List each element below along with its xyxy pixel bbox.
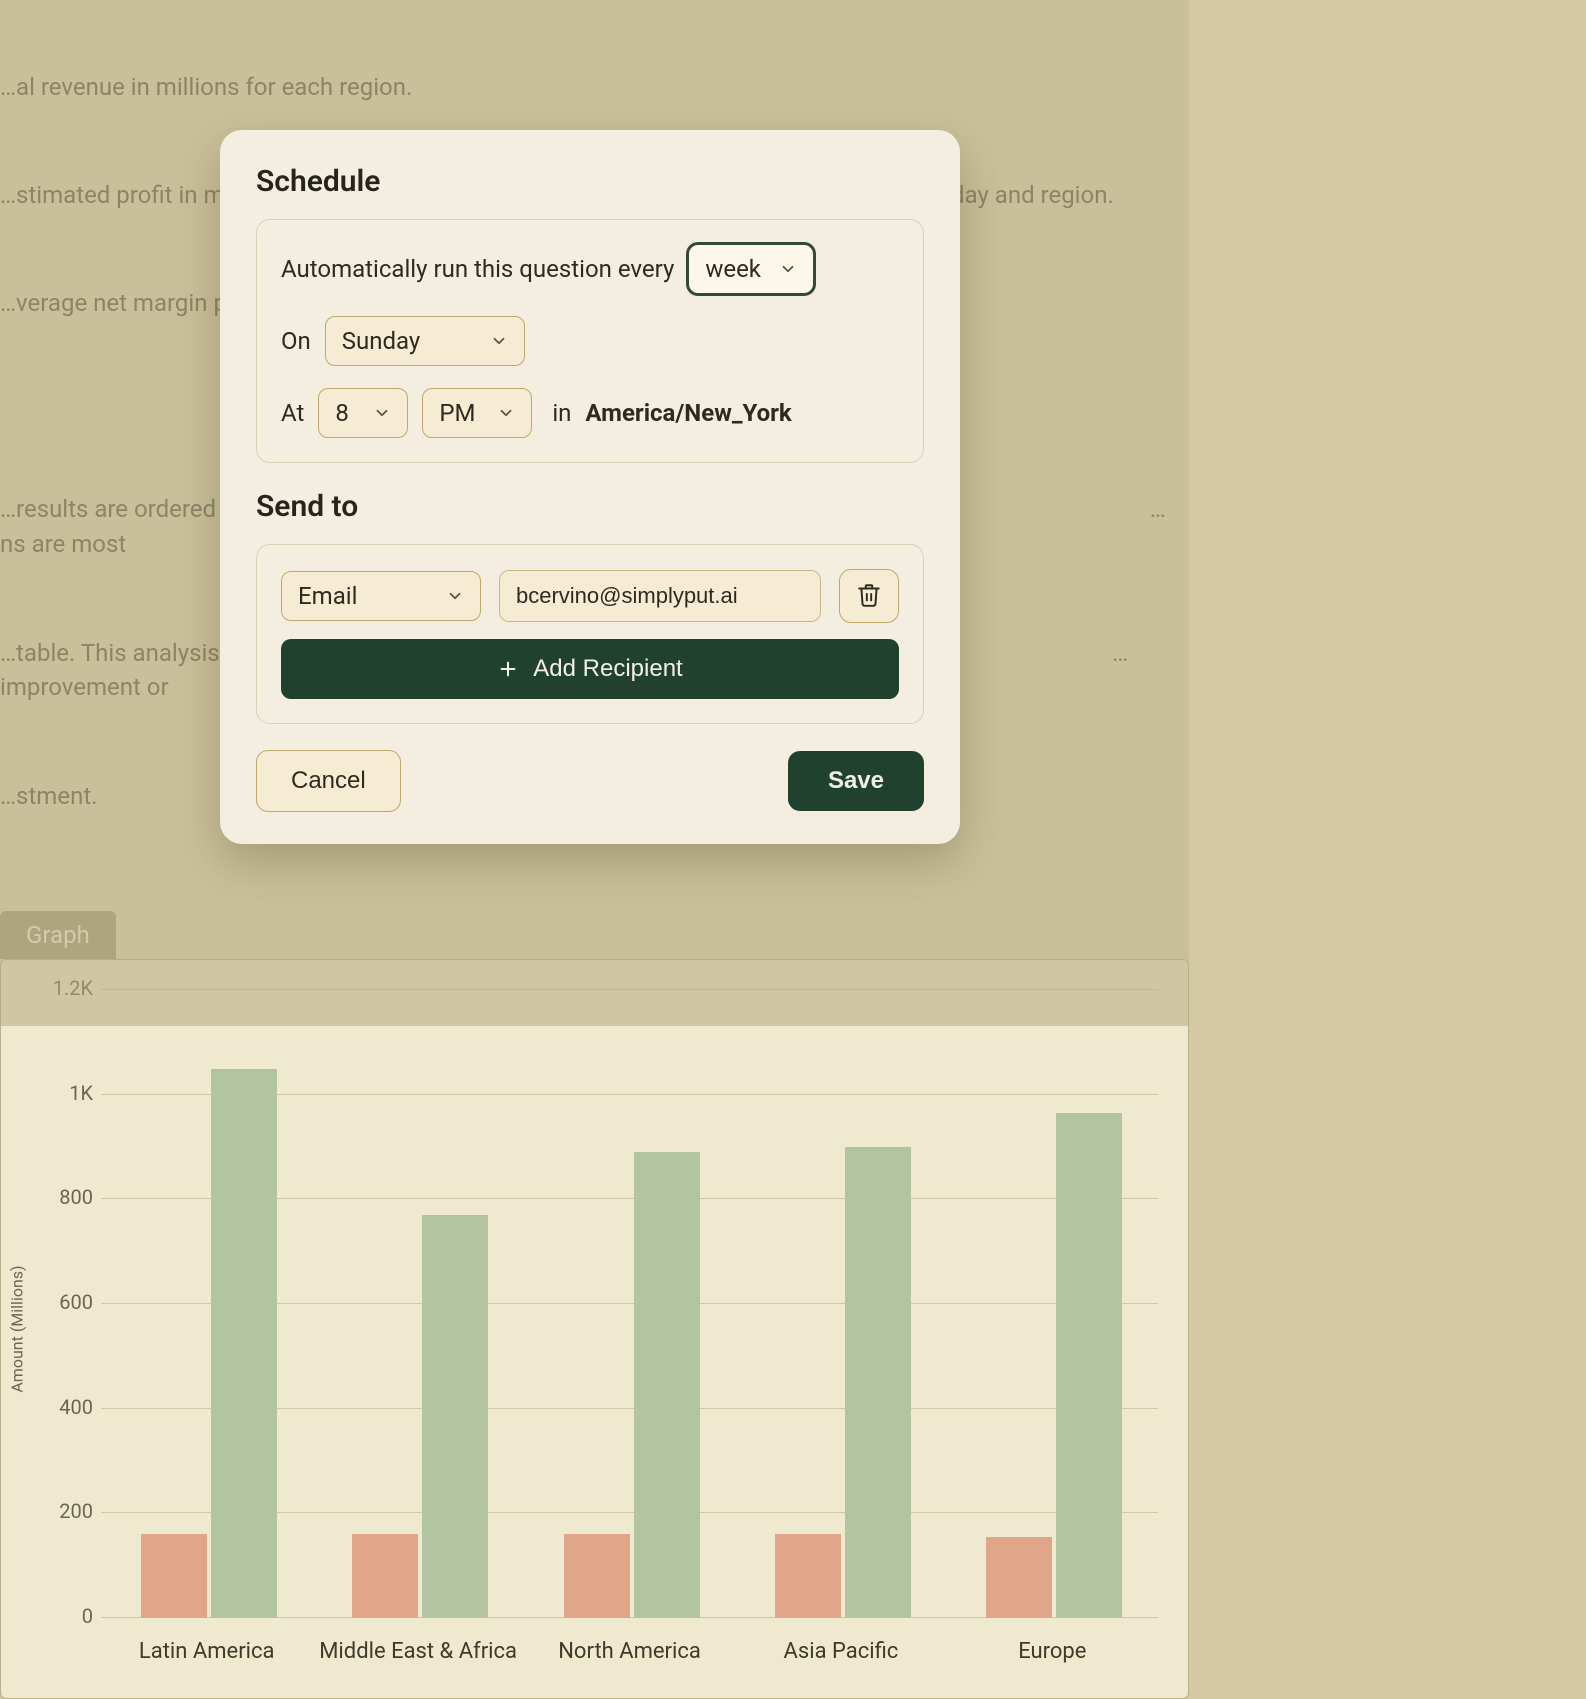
bar [141, 1534, 207, 1618]
timezone-label: America/New_York [585, 399, 791, 427]
x-tick-label: Middle East & Africa [319, 1639, 517, 1664]
frequency-value: week [705, 255, 761, 283]
schedule-modal: Schedule Automatically run this question… [220, 130, 960, 844]
ampm-select[interactable]: PM [422, 388, 532, 438]
bar-group: North America [524, 990, 735, 1618]
bar-group: Asia Pacific [735, 990, 946, 1618]
frequency-select[interactable]: week [688, 244, 814, 294]
delete-recipient-button[interactable] [839, 569, 899, 623]
recipient-email-input[interactable] [499, 570, 821, 622]
cancel-button[interactable]: Cancel [256, 750, 401, 812]
y-tick-label: 200 [23, 1499, 93, 1523]
recipient-row: Email [281, 569, 899, 623]
bar [564, 1534, 630, 1618]
trash-icon [856, 581, 882, 612]
bar-group: Europe [947, 990, 1158, 1618]
chevron-down-icon [490, 332, 508, 350]
bar [211, 1069, 277, 1619]
plot-area: 02004006008001K1.2KLatin AmericaMiddle E… [101, 990, 1158, 1618]
chevron-down-icon [373, 404, 391, 422]
y-axis-label: Amount (Millions) [8, 1266, 27, 1393]
plus-icon [497, 658, 519, 680]
hour-value: 8 [335, 399, 349, 427]
y-tick-label: 800 [23, 1185, 93, 1209]
y-tick-label: 1K [23, 1081, 93, 1105]
chevron-down-icon [779, 260, 797, 278]
y-tick-label: 0 [23, 1604, 93, 1628]
frequency-label: Automatically run this question every [281, 255, 674, 283]
bar [634, 1152, 700, 1618]
x-tick-label: Europe [1018, 1639, 1086, 1664]
add-recipient-button[interactable]: Add Recipient [281, 639, 899, 699]
chart-panel: Amount (Millions) 02004006008001K1.2KLat… [0, 959, 1189, 1699]
x-tick-label: Latin America [139, 1639, 275, 1664]
recipient-method-select[interactable]: Email [281, 571, 481, 621]
recipient-method-value: Email [298, 582, 357, 610]
sendto-title: Send to [256, 489, 924, 524]
bar-group: Middle East & Africa [312, 990, 523, 1618]
add-recipient-label: Add Recipient [533, 655, 682, 683]
in-label: in [552, 399, 571, 427]
bar [352, 1534, 418, 1618]
hour-select[interactable]: 8 [318, 388, 408, 438]
on-label: On [281, 327, 311, 355]
chevron-down-icon [446, 587, 464, 605]
day-value: Sunday [342, 327, 421, 355]
at-label: At [281, 399, 304, 427]
bar-group: Latin America [101, 990, 312, 1618]
chevron-down-icon [497, 404, 515, 422]
y-tick-label: 400 [23, 1395, 93, 1419]
day-select[interactable]: Sunday [325, 316, 525, 366]
modal-title: Schedule [256, 164, 924, 199]
x-tick-label: Asia Pacific [784, 1639, 899, 1664]
bar [845, 1147, 911, 1618]
save-button[interactable]: Save [788, 751, 924, 811]
y-tick-label: 600 [23, 1290, 93, 1314]
bar [986, 1537, 1052, 1618]
ampm-value: PM [439, 399, 475, 427]
sendto-card: Email Add Re [256, 544, 924, 724]
bar [1056, 1113, 1122, 1618]
schedule-settings-card: Automatically run this question every we… [256, 219, 924, 463]
modal-actions: Cancel Save [256, 750, 924, 812]
x-tick-label: North America [558, 1639, 701, 1664]
bar [775, 1534, 841, 1618]
bar [422, 1215, 488, 1618]
